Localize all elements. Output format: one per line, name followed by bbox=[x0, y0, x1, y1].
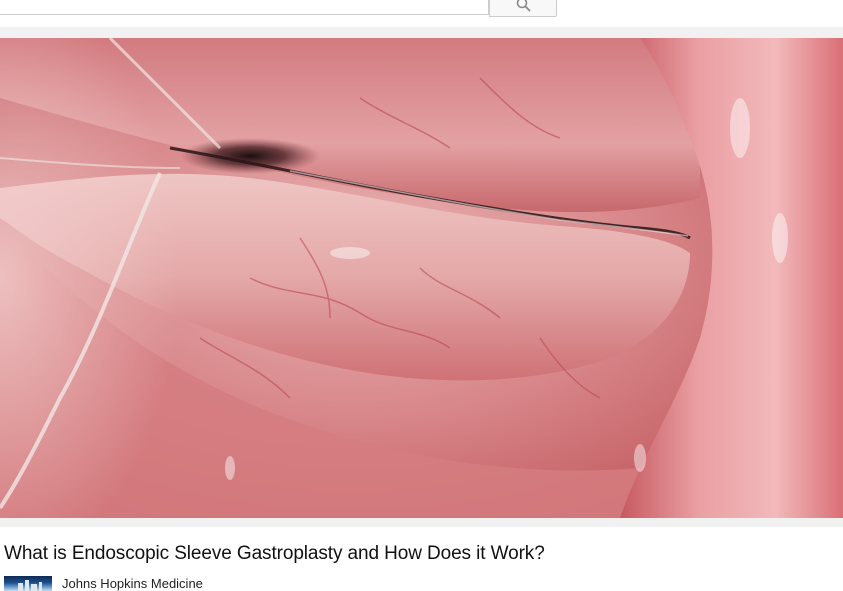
search-button[interactable] bbox=[489, 0, 557, 17]
search-bar bbox=[0, 0, 557, 17]
channel-avatar[interactable] bbox=[4, 576, 52, 591]
video-frame bbox=[0, 38, 843, 518]
channel-row: Johns Hopkins Medicine bbox=[4, 576, 203, 591]
video-player[interactable] bbox=[0, 38, 843, 518]
video-title[interactable]: What is Endoscopic Sleeve Gastroplasty a… bbox=[4, 543, 545, 565]
page: What is Endoscopic Sleeve Gastroplasty a… bbox=[0, 0, 843, 591]
channel-name[interactable]: Johns Hopkins Medicine bbox=[62, 576, 203, 591]
separator-bottom bbox=[0, 518, 843, 527]
separator bbox=[0, 27, 843, 38]
search-input[interactable] bbox=[0, 0, 489, 15]
search-icon bbox=[516, 0, 531, 12]
